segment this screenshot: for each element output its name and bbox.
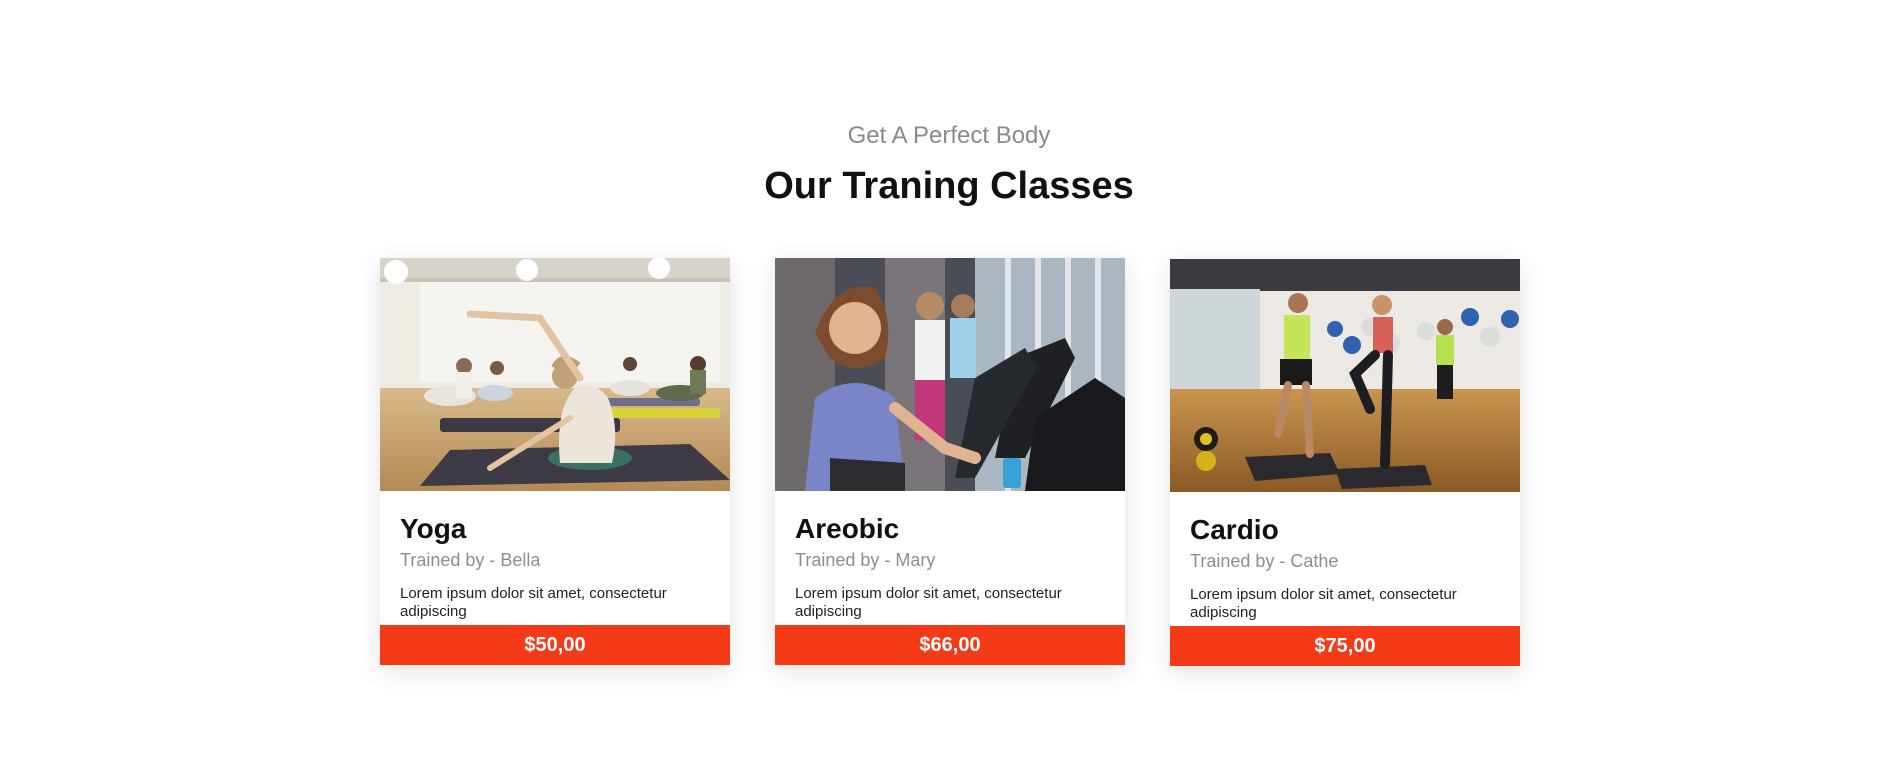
class-description: Lorem ipsum dolor sit amet, consectetur …: [795, 585, 1062, 620]
price-button[interactable]: $75,00: [1170, 626, 1520, 666]
class-trainer: Trained by - Cathe: [1190, 551, 1339, 571]
class-name[interactable]: Cardio: [1190, 514, 1500, 546]
card-body: Cardio Trained by - Cathe Lorem ipsum do…: [1170, 492, 1520, 626]
class-card-yoga: Yoga Trained by - Bella Lorem ipsum dolo…: [380, 258, 730, 665]
class-name[interactable]: Areobic: [795, 513, 1105, 545]
class-trainer: Trained by - Mary: [795, 550, 936, 570]
card-body: Yoga Trained by - Bella Lorem ipsum dolo…: [380, 491, 730, 625]
class-card-areobic: Areobic Trained by - Mary Lorem ipsum do…: [775, 258, 1125, 665]
card-body: Areobic Trained by - Mary Lorem ipsum do…: [775, 491, 1125, 625]
yoga-class-photo[interactable]: [380, 258, 730, 491]
price-button[interactable]: $66,00: [775, 625, 1125, 665]
class-card-cardio: Cardio Trained by - Cathe Lorem ipsum do…: [1170, 259, 1520, 666]
training-classes-section: Get A Perfect Body Our Traning Classes Y…: [0, 0, 1898, 772]
class-name[interactable]: Yoga: [400, 513, 710, 545]
section-title: Our Traning Classes: [764, 165, 1134, 207]
price-button[interactable]: $50,00: [380, 625, 730, 665]
class-cards: Yoga Trained by - Bella Lorem ipsum dolo…: [380, 258, 1520, 678]
section-subtitle: Get A Perfect Body: [847, 122, 1051, 149]
class-description: Lorem ipsum dolor sit amet, consectetur …: [1190, 586, 1457, 621]
class-description: Lorem ipsum dolor sit amet, consectetur …: [400, 585, 667, 620]
class-trainer: Trained by - Bella: [400, 550, 541, 570]
cardio-class-photo[interactable]: [1170, 259, 1520, 492]
aerobic-class-photo[interactable]: [775, 258, 1125, 491]
